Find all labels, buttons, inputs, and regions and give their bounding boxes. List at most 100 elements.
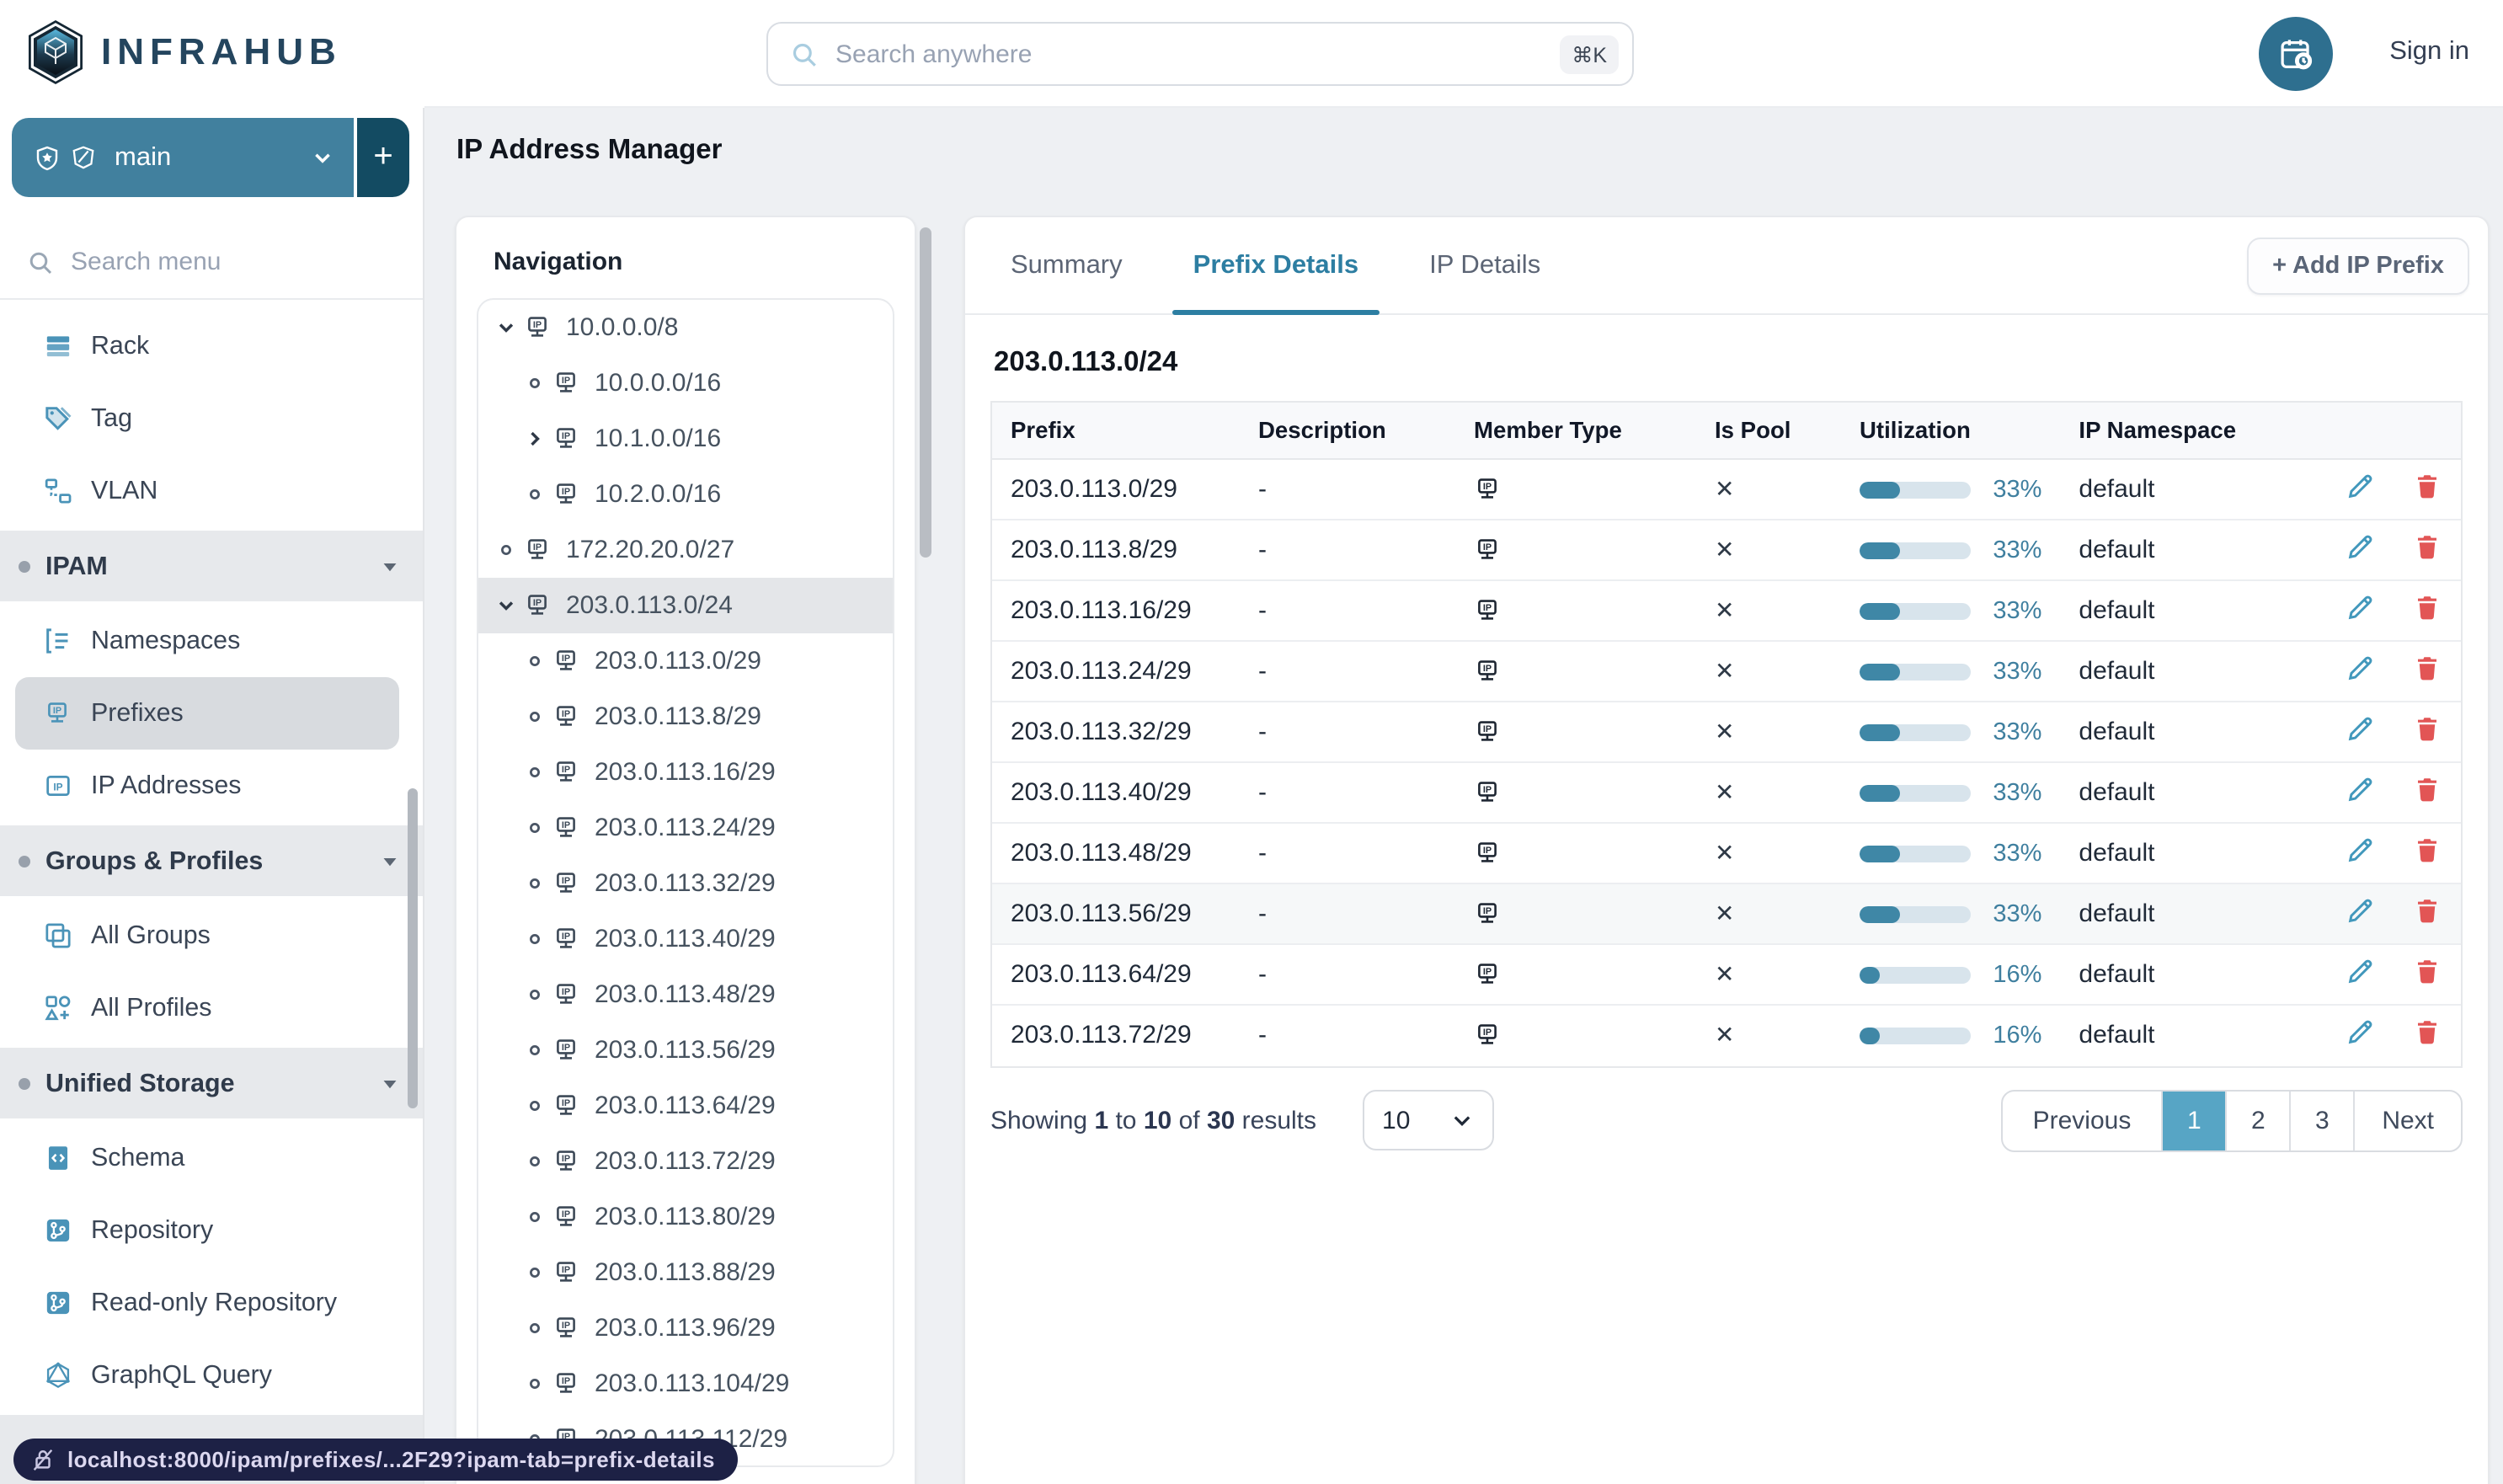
delete-button[interactable] <box>2414 1018 2441 1047</box>
delete-button[interactable] <box>2414 957 2441 985</box>
delete-button[interactable] <box>2414 835 2441 864</box>
page-button-1[interactable]: 1 <box>2161 1091 2226 1150</box>
prefix-cell[interactable]: 203.0.113.8/29 <box>992 520 1240 581</box>
edit-button[interactable] <box>2346 532 2375 561</box>
sidebar-item-read-only-repository[interactable]: Read-only Repository <box>15 1267 399 1339</box>
tree-expander-icon[interactable] <box>519 1208 549 1226</box>
sidebar-scrollbar[interactable] <box>408 788 418 1108</box>
edit-button[interactable] <box>2346 654 2375 682</box>
tree-expander-icon[interactable] <box>519 652 549 670</box>
tree-expander-icon[interactable] <box>519 763 549 782</box>
tree-expander-icon[interactable] <box>490 595 520 617</box>
tree-item-203-0-113-104-29[interactable]: IP 203.0.113.104/29 <box>478 1356 893 1412</box>
delete-button[interactable] <box>2414 775 2441 803</box>
navigation-scrollbar[interactable] <box>920 227 931 558</box>
sign-in-link[interactable]: Sign in <box>2389 37 2469 67</box>
tree-expander-icon[interactable] <box>519 374 549 392</box>
tree-expander-icon[interactable] <box>490 317 520 339</box>
sidebar-item-prefixes[interactable]: IP Prefixes <box>15 677 399 750</box>
tree-expander-icon[interactable] <box>519 985 549 1004</box>
sidebar-item-all-profiles[interactable]: All Profiles <box>15 972 399 1044</box>
page-size-select[interactable]: 10 <box>1362 1090 1494 1150</box>
edit-button[interactable] <box>2346 1018 2375 1047</box>
tree-item-203-0-113-40-29[interactable]: IP 203.0.113.40/29 <box>478 911 893 967</box>
prefix-cell[interactable]: 203.0.113.48/29 <box>992 823 1240 884</box>
tree-item-203-0-113-96-29[interactable]: IP 203.0.113.96/29 <box>478 1300 893 1356</box>
prefix-cell[interactable]: 203.0.113.0/29 <box>992 459 1240 520</box>
tab-prefix-details[interactable]: Prefix Details <box>1158 217 1394 315</box>
edit-button[interactable] <box>2346 896 2375 925</box>
previous-page-button[interactable]: Previous <box>2003 1091 2162 1150</box>
page-button-3[interactable]: 3 <box>2289 1091 2353 1150</box>
sidebar-item-vlan[interactable]: VLAN <box>15 455 399 527</box>
tree-expander-icon[interactable] <box>519 1263 549 1282</box>
tree-expander-icon[interactable] <box>519 1097 549 1115</box>
next-page-button[interactable]: Next <box>2353 1091 2461 1150</box>
tree-expander-icon[interactable] <box>519 485 549 504</box>
tree-item-203-0-113-64-29[interactable]: IP 203.0.113.64/29 <box>478 1078 893 1134</box>
delete-button[interactable] <box>2414 532 2441 561</box>
edit-button[interactable] <box>2346 593 2375 622</box>
sidebar-item-schema[interactable]: Schema <box>15 1122 399 1194</box>
tree-item-203-0-113-80-29[interactable]: IP 203.0.113.80/29 <box>478 1189 893 1245</box>
sidebar-item-graphql-query[interactable]: GraphQL Query <box>15 1339 399 1412</box>
add-ip-prefix-button[interactable]: + Add IP Prefix <box>2247 237 2469 294</box>
tree-expander-icon[interactable] <box>519 1041 549 1060</box>
tree-item-10-2-0-0-16[interactable]: IP 10.2.0.0/16 <box>478 467 893 522</box>
tree-expander-icon[interactable] <box>519 1152 549 1171</box>
sidebar-item-repository[interactable]: Repository <box>15 1194 399 1267</box>
brand[interactable]: INFRAHUB <box>25 19 342 86</box>
branch-selector[interactable]: main <box>12 118 354 197</box>
delete-button[interactable] <box>2414 593 2441 622</box>
tree-item-203-0-113-0-29[interactable]: IP 203.0.113.0/29 <box>478 633 893 689</box>
delete-button[interactable] <box>2414 654 2441 682</box>
tree-item-172-20-20-0-27[interactable]: IP 172.20.20.0/27 <box>478 522 893 578</box>
prefix-cell[interactable]: 203.0.113.40/29 <box>992 762 1240 824</box>
tree-item-203-0-113-24-29[interactable]: IP 203.0.113.24/29 <box>478 800 893 856</box>
prefix-cell[interactable]: 203.0.113.32/29 <box>992 702 1240 763</box>
edit-button[interactable] <box>2346 775 2375 803</box>
delete-button[interactable] <box>2414 896 2441 925</box>
tab-summary[interactable]: Summary <box>975 217 1158 313</box>
delete-button[interactable] <box>2414 714 2441 743</box>
tree-item-10-1-0-0-16[interactable]: IP 10.1.0.0/16 <box>478 411 893 467</box>
prefix-cell[interactable]: 203.0.113.16/29 <box>992 580 1240 642</box>
sidebar-item-rack[interactable]: Rack <box>15 310 399 382</box>
sidebar-item-tag[interactable]: Tag <box>15 382 399 455</box>
sidebar-item-ip-addresses[interactable]: IP IP Addresses <box>15 750 399 822</box>
tree-expander-icon[interactable] <box>519 930 549 948</box>
global-search-input[interactable]: Search anywhere ⌘K <box>766 22 1634 86</box>
prefix-cell[interactable]: 203.0.113.64/29 <box>992 944 1240 1006</box>
sidebar-item-all-groups[interactable]: All Groups <box>15 899 399 972</box>
tree-item-203-0-113-48-29[interactable]: IP 203.0.113.48/29 <box>478 967 893 1022</box>
sidebar-section-unified-storage[interactable]: Unified Storage <box>0 1048 423 1118</box>
tree-item-203-0-113-72-29[interactable]: IP 203.0.113.72/29 <box>478 1134 893 1189</box>
tree-expander-icon[interactable] <box>519 707 549 726</box>
tree-item-203-0-113-0-24[interactable]: IP 203.0.113.0/24 <box>478 578 893 633</box>
tree-expander-icon[interactable] <box>519 874 549 893</box>
tree-item-203-0-113-56-29[interactable]: IP 203.0.113.56/29 <box>478 1022 893 1078</box>
tree-expander-icon[interactable] <box>519 1319 549 1337</box>
add-branch-button[interactable]: + <box>357 118 409 197</box>
prefix-cell[interactable]: 203.0.113.24/29 <box>992 641 1240 702</box>
tree-item-10-0-0-0-8[interactable]: IP 10.0.0.0/8 <box>478 300 893 355</box>
sidebar-section-groups-profiles[interactable]: Groups & Profiles <box>0 825 423 896</box>
tree-item-203-0-113-8-29[interactable]: IP 203.0.113.8/29 <box>478 689 893 745</box>
tab-ip-details[interactable]: IP Details <box>1394 217 1576 313</box>
tree-expander-icon[interactable] <box>490 541 520 559</box>
edit-button[interactable] <box>2346 714 2375 743</box>
menu-search-input[interactable]: Search menu <box>0 226 423 300</box>
sidebar-section-ipam[interactable]: IPAM <box>0 531 423 601</box>
tree-expander-icon[interactable] <box>519 428 549 450</box>
prefix-cell[interactable]: 203.0.113.72/29 <box>992 1005 1240 1065</box>
sidebar-item-namespaces[interactable]: Namespaces <box>15 605 399 677</box>
tree-item-203-0-113-16-29[interactable]: IP 203.0.113.16/29 <box>478 745 893 800</box>
tree-item-203-0-113-32-29[interactable]: IP 203.0.113.32/29 <box>478 856 893 911</box>
tree-expander-icon[interactable] <box>519 1375 549 1393</box>
edit-button[interactable] <box>2346 835 2375 864</box>
tree-item-203-0-113-88-29[interactable]: IP 203.0.113.88/29 <box>478 1245 893 1300</box>
tree-expander-icon[interactable] <box>519 819 549 837</box>
page-button-2[interactable]: 2 <box>2225 1091 2289 1150</box>
time-travel-button[interactable] <box>2259 17 2333 91</box>
delete-button[interactable] <box>2414 472 2441 500</box>
